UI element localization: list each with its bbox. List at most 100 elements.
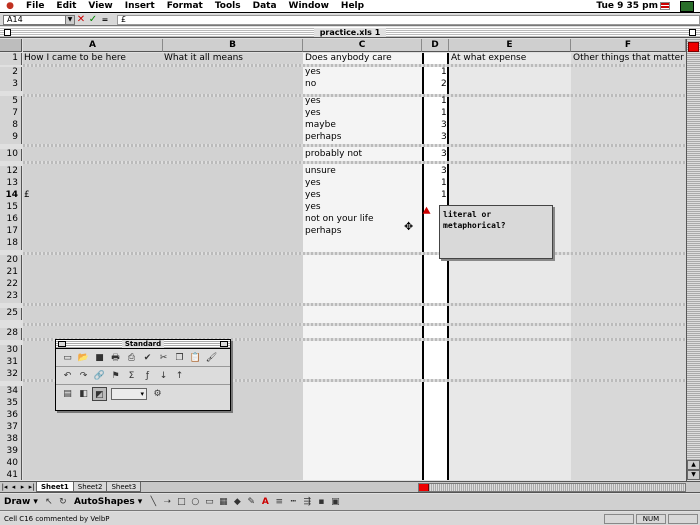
dash-style-icon[interactable]: ┅ [286,497,300,507]
row-header[interactable]: 38 [0,434,22,446]
text-box-icon[interactable]: ▭ [202,497,216,507]
cell-e1[interactable]: At what expense [451,53,526,63]
row-header[interactable]: 16 [0,214,22,226]
cell-b1[interactable]: What it all means [164,53,243,63]
chart-wizard-icon[interactable]: ▤ [60,387,75,401]
cancel-entry-icon[interactable]: ✕ [75,14,87,25]
oval-tool-icon[interactable]: ○ [188,497,202,507]
line-color-icon[interactable]: ✎ [244,497,258,507]
column-header-a[interactable]: A [23,39,163,52]
cell-c14[interactable]: yes [305,190,321,200]
cell-d14[interactable]: 1 [441,190,447,200]
sort-descending-icon[interactable]: ↑ [172,369,187,383]
arrow-tool-icon[interactable]: ➝ [160,497,174,507]
cell-d2[interactable]: 1 [441,67,447,77]
horizontal-scrollbar[interactable] [418,483,686,492]
shadow-icon[interactable]: ▪ [314,497,328,507]
row-header[interactable]: 2 [0,67,22,79]
print-preview-icon[interactable]: ⎙ [124,351,139,365]
menu-view[interactable]: View [82,1,118,11]
row-header[interactable]: 7 [0,108,22,120]
rectangle-tool-icon[interactable]: □ [174,497,188,507]
row-header[interactable]: 17 [0,226,22,238]
cell-a1[interactable]: How I came to be here [24,53,126,63]
formula-input[interactable]: £ [117,14,700,25]
sheet-tab-2[interactable]: Sheet2 [72,482,108,492]
font-color-icon[interactable]: A [258,497,272,507]
menu-file[interactable]: File [20,1,50,11]
cell-c16[interactable]: not on your life [305,214,373,224]
cell-c3[interactable]: no [305,79,316,89]
undo-icon[interactable]: ↶ [60,369,75,383]
cell-a14-active[interactable]: £ [24,190,30,200]
open-folder-icon[interactable]: 📂 [76,351,91,365]
row-header[interactable]: 1 [0,53,22,65]
fill-color-icon[interactable]: ◆ [230,497,244,507]
menu-window[interactable]: Window [283,1,335,11]
map-icon[interactable]: ◧ [76,387,91,401]
redo-icon[interactable]: ↷ [76,369,91,383]
menu-help[interactable]: Help [335,1,370,11]
row-header[interactable]: 23 [0,291,22,303]
row-header[interactable]: 37 [0,422,22,434]
line-tool-icon[interactable]: ╲ [146,497,160,507]
apple-menu-icon[interactable]: ● [0,1,20,11]
row-header[interactable]: 18 [0,238,22,250]
cell-d13[interactable]: 1 [441,178,447,188]
application-menu-icon[interactable] [680,1,694,12]
row-header[interactable]: 40 [0,458,22,470]
arrow-style-icon[interactable]: ⇶ [300,497,314,507]
save-icon[interactable]: ■ [92,351,107,365]
horizontal-scroll-thumb[interactable] [419,484,429,491]
row-header[interactable]: 31 [0,357,22,369]
cell-c15[interactable]: yes [305,202,321,212]
edit-formula-icon[interactable]: = [99,15,111,24]
worksheet-grid[interactable]: How I came to be here What it all means … [23,53,686,480]
print-icon[interactable]: 🖶 [108,351,123,365]
row-header[interactable]: 36 [0,410,22,422]
last-sheet-icon[interactable]: ▸| [27,483,36,491]
palette-zoom-icon[interactable] [220,341,228,347]
cell-c17[interactable]: perhaps [305,226,341,236]
row-header[interactable]: 25 [0,308,22,320]
cell-comment[interactable]: literal or metaphorical? [439,205,553,259]
close-box-icon[interactable] [4,29,11,36]
window-title-bar[interactable]: practice.xls 1 [0,27,700,38]
cell-c2[interactable]: yes [305,67,321,77]
wordart-icon[interactable]: ▦ [216,497,230,507]
cell-c5[interactable]: yes [305,96,321,106]
row-header[interactable]: 15 [0,202,22,214]
row-header[interactable]: 10 [0,149,22,161]
row-header[interactable]: 20 [0,255,22,267]
cell-d12[interactable]: 3 [441,166,447,176]
menu-data[interactable]: Data [247,1,283,11]
sheet-tab-1[interactable]: Sheet1 [36,482,74,492]
row-header[interactable]: 3 [0,79,22,91]
palette-title-bar[interactable]: Standard [56,340,230,349]
office-assistant-icon[interactable]: ⚙ [150,387,165,401]
row-header[interactable]: 32 [0,369,22,381]
3d-icon[interactable]: ▣ [328,497,342,507]
paste-icon[interactable]: 📋 [188,351,203,365]
cell-c1[interactable]: Does anybody care [305,53,392,63]
menu-format[interactable]: Format [161,1,209,11]
select-all-corner[interactable] [0,39,22,52]
cell-c7[interactable]: yes [305,108,321,118]
standard-toolbar-palette[interactable]: Standard ▭ 📂 ■ 🖶 ⎙ ✔ ✂ ❐ 📋 🖌 ↶ ↷ 🔗 ⚑ Σ ƒ… [55,339,231,411]
column-header-e[interactable]: E [449,39,571,52]
scroll-down-arrow-icon[interactable]: ▼ [687,470,700,480]
confirm-entry-icon[interactable]: ✓ [87,14,99,25]
row-header[interactable]: 8 [0,120,22,132]
copy-icon[interactable]: ❐ [172,351,187,365]
hyperlink-icon[interactable]: 🔗 [92,369,107,383]
row-header[interactable]: 30 [0,345,22,357]
row-header[interactable]: 12 [0,166,22,178]
draw-menu-button[interactable]: Draw ▾ [0,497,42,507]
prev-sheet-icon[interactable]: ◂ [9,483,18,491]
scroll-up-arrow-icon[interactable]: ▲ [687,460,700,470]
new-doc-icon[interactable]: ▭ [60,351,75,365]
zoom-dropdown[interactable]: ▾ [111,388,147,400]
format-painter-icon[interactable]: 🖌 [204,351,219,365]
cell-d10[interactable]: 3 [441,149,447,159]
first-sheet-icon[interactable]: |◂ [0,483,9,491]
